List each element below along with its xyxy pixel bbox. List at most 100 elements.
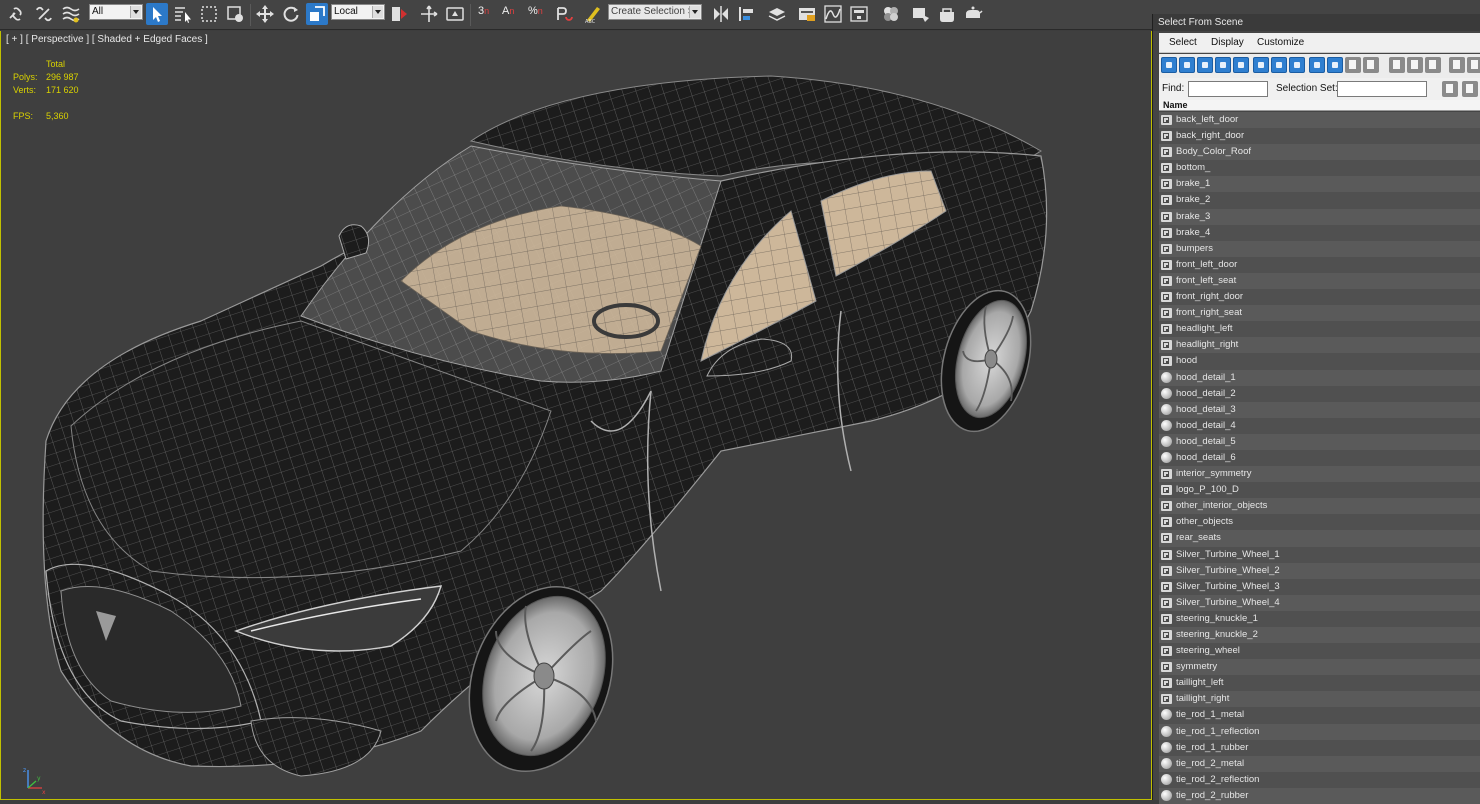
list-item[interactable]: front_left_door (1159, 256, 1480, 273)
link-icon[interactable] (6, 3, 28, 25)
list-item[interactable]: steering_knuckle_2 (1159, 627, 1480, 644)
display-helpers-icon[interactable] (1233, 57, 1249, 73)
list-item[interactable]: taillight_left (1159, 675, 1480, 692)
display-space-warps-icon[interactable] (1253, 57, 1269, 73)
toggle-ribbon-icon[interactable] (796, 3, 818, 25)
reference-coordinate-dropdown[interactable]: Local (331, 4, 385, 20)
list-item[interactable]: bumpers (1159, 240, 1480, 257)
list-item[interactable]: front_left_seat (1159, 272, 1480, 290)
list-item[interactable]: headlight_right (1159, 337, 1480, 354)
list-item[interactable]: bottom_ (1159, 160, 1480, 177)
list-item[interactable]: Silver_Turbine_Wheel_4 (1159, 594, 1480, 611)
angle-snap-toggle[interactable]: An (502, 5, 514, 17)
display-bones-icon[interactable] (1309, 57, 1325, 73)
list-item[interactable]: headlight_left (1159, 321, 1480, 338)
move-icon[interactable] (254, 3, 276, 25)
list-item[interactable]: symmetry (1159, 659, 1480, 676)
list-item[interactable]: logo_P_100_D (1159, 482, 1480, 499)
display-xrefs-icon[interactable] (1289, 57, 1305, 73)
name-column-header[interactable]: Name (1159, 100, 1480, 111)
list-item[interactable]: taillight_right (1159, 691, 1480, 708)
display-shapes-icon[interactable] (1179, 57, 1195, 73)
edit-selection-set-icon[interactable] (1462, 81, 1478, 97)
list-item[interactable]: other_objects (1159, 514, 1480, 531)
window-crossing-icon[interactable] (224, 3, 246, 25)
keyboard-shortcut-override-icon[interactable] (444, 3, 466, 25)
rotate-icon[interactable] (280, 3, 302, 25)
select-by-name-icon[interactable] (172, 3, 194, 25)
panel-title[interactable]: Select From Scene (1153, 14, 1480, 31)
list-item[interactable]: hood_detail_5 (1159, 433, 1480, 450)
list-item[interactable]: hood (1159, 353, 1480, 370)
list-item[interactable]: front_right_door (1159, 289, 1480, 306)
list-item[interactable]: brake_1 (1159, 176, 1480, 193)
menu-select[interactable]: Select (1169, 37, 1197, 48)
list-item[interactable]: front_right_seat (1159, 305, 1480, 322)
select-none-icon[interactable] (1407, 57, 1423, 73)
create-selection-set-icon[interactable] (1442, 81, 1458, 97)
rendered-frame-window-icon[interactable] (936, 3, 958, 25)
list-item[interactable]: Silver_Turbine_Wheel_1 (1159, 546, 1480, 563)
list-item[interactable]: tie_rod_1_metal (1159, 707, 1480, 724)
align-icon[interactable] (736, 3, 758, 25)
viewport-label[interactable]: [ + ] [ Perspective ] [ Shaded + Edged F… (6, 34, 208, 45)
list-item[interactable]: interior_symmetry (1159, 466, 1480, 483)
list-item[interactable]: hood_detail_1 (1159, 369, 1480, 386)
list-item[interactable]: steering_knuckle_1 (1159, 610, 1480, 627)
list-item[interactable]: brake_2 (1159, 192, 1480, 209)
list-item[interactable]: hood_detail_4 (1159, 417, 1480, 434)
mirror-icon[interactable] (710, 3, 732, 25)
list-item[interactable]: Body_Color_Roof (1159, 144, 1480, 161)
select-invert-icon[interactable] (1425, 57, 1441, 73)
pivot-center-icon[interactable] (388, 3, 410, 25)
schematic-view-icon[interactable] (848, 3, 870, 25)
list-item[interactable]: tie_rod_2_rubber (1159, 787, 1480, 804)
list-item[interactable]: hood_detail_6 (1159, 449, 1480, 467)
select-all-icon[interactable] (1389, 57, 1405, 73)
select-manipulate-icon[interactable] (418, 3, 440, 25)
edit-named-selection-icon[interactable]: ABC (582, 3, 604, 25)
selection-set-dropdown[interactable] (1337, 81, 1427, 97)
display-containers-icon[interactable] (1327, 57, 1343, 73)
display-lights-icon[interactable] (1197, 57, 1213, 73)
display-cameras-icon[interactable] (1215, 57, 1231, 73)
display-frozen-icon[interactable] (1345, 57, 1361, 73)
list-item[interactable]: steering_wheel (1159, 643, 1480, 660)
list-item[interactable]: back_left_door (1159, 112, 1480, 129)
list-item[interactable]: Silver_Turbine_Wheel_3 (1159, 578, 1480, 595)
filter-options-icon[interactable] (1467, 57, 1480, 73)
layer-explorer-icon[interactable] (766, 3, 788, 25)
filter-icon[interactable] (1449, 57, 1465, 73)
list-item[interactable]: brake_4 (1159, 224, 1480, 241)
material-editor-icon[interactable] (880, 3, 902, 25)
spinner-snap-icon[interactable] (552, 3, 574, 25)
snaps-toggle[interactable]: 3n (478, 5, 489, 17)
list-item[interactable]: tie_rod_2_reflection (1159, 771, 1480, 788)
menu-display[interactable]: Display (1211, 37, 1244, 48)
list-item[interactable]: back_right_door (1159, 128, 1480, 145)
curve-editor-icon[interactable] (822, 3, 844, 25)
render-production-icon[interactable] (962, 3, 984, 25)
list-item[interactable]: other_interior_objects (1159, 498, 1480, 515)
car-wireframe-model[interactable] (1, 31, 1152, 800)
display-hidden-icon[interactable] (1363, 57, 1379, 73)
named-selection-set-dropdown[interactable]: Create Selection Se (608, 4, 702, 20)
rectangular-selection-icon[interactable] (198, 3, 220, 25)
menu-customize[interactable]: Customize (1257, 37, 1304, 48)
selection-filter-dropdown[interactable]: All (89, 4, 143, 20)
unlink-icon[interactable] (33, 3, 55, 25)
perspective-viewport[interactable]: [ + ] [ Perspective ] [ Shaded + Edged F… (0, 31, 1152, 800)
list-item[interactable]: rear_seats (1159, 530, 1480, 547)
percent-snap-toggle[interactable]: %n (528, 5, 543, 17)
find-input[interactable] (1188, 81, 1268, 97)
scale-icon[interactable] (306, 3, 328, 25)
list-item[interactable]: Silver_Turbine_Wheel_2 (1159, 562, 1480, 579)
bind-space-warp-icon[interactable] (60, 3, 82, 25)
select-object-icon[interactable] (146, 3, 168, 25)
list-item[interactable]: hood_detail_2 (1159, 385, 1480, 402)
render-setup-icon[interactable] (910, 3, 932, 25)
display-groups-icon[interactable] (1271, 57, 1287, 73)
list-item[interactable]: tie_rod_1_rubber (1159, 739, 1480, 756)
list-item[interactable]: hood_detail_3 (1159, 401, 1480, 418)
list-item[interactable]: tie_rod_2_metal (1159, 755, 1480, 772)
